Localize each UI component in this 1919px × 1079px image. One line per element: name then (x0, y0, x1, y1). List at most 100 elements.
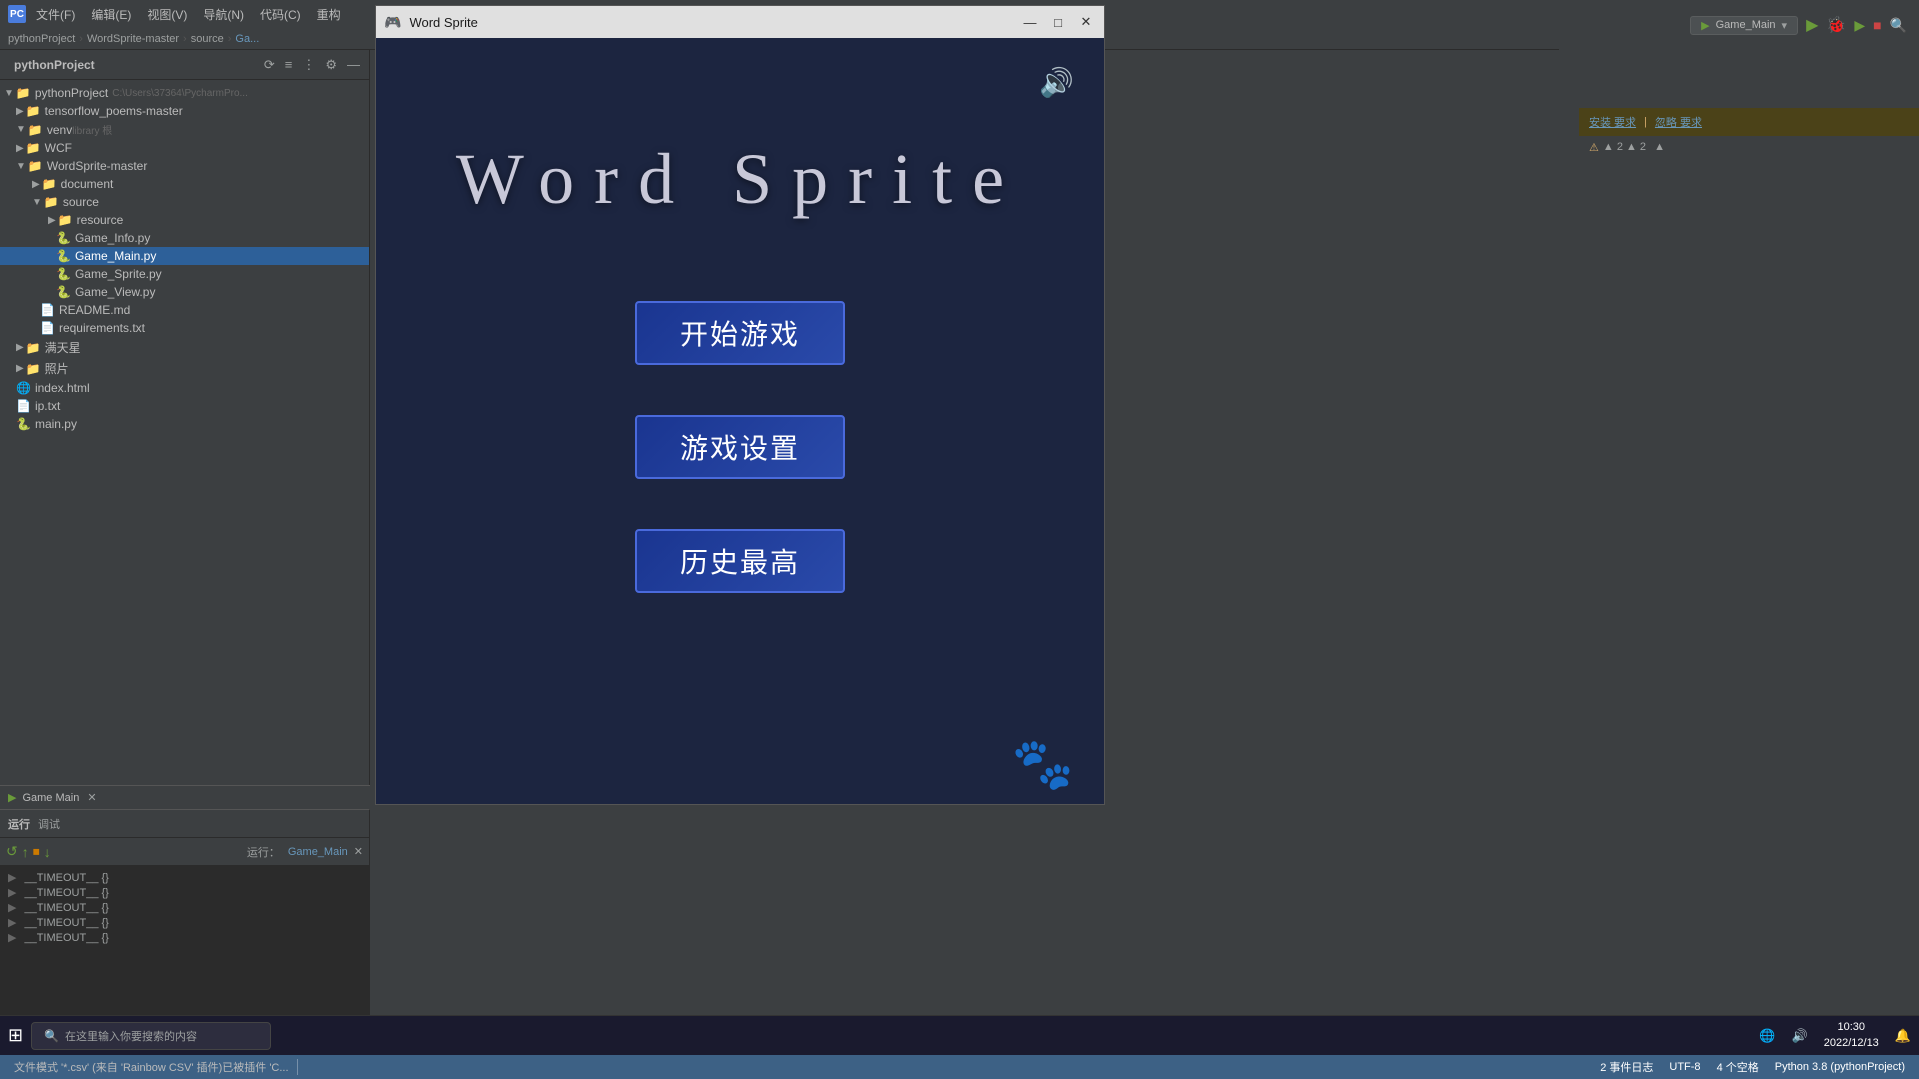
debug-tab-label[interactable]: 调试 (38, 816, 60, 832)
menu-file[interactable]: 文件(F) (30, 4, 81, 25)
tree-game-main[interactable]: 🐍 Game_Main.py (0, 247, 369, 265)
sidebar-sync-icon[interactable]: ⟳ (261, 55, 278, 75)
search-placeholder: 在这里输入你要搜索的内容 (65, 1028, 197, 1044)
coverage-button[interactable]: ▶ (1854, 17, 1865, 34)
tree-game-sprite[interactable]: 🐍 Game_Sprite.py (0, 265, 369, 283)
breadcrumb-current[interactable]: Ga... (235, 33, 259, 45)
tree-wcf[interactable]: ▶ 📁 WCF (0, 139, 369, 157)
start-button[interactable]: ⊞ (8, 1025, 23, 1046)
debug-button[interactable]: 🐞 (1826, 15, 1846, 35)
menu-nav[interactable]: 导航(N) (197, 4, 250, 25)
run-panel-toolbar: ↺ ↑ ⏹ ↓ 运行： Game_Main ✕ (0, 838, 369, 866)
game-buttons-container: 开始游戏 游戏设置 历史最高 (635, 301, 845, 593)
status-left: 文件模式 '*.csv' (来自 'Rainbow CSV' 插件)已被插件 '… (8, 1059, 298, 1075)
sidebar-menu-icon[interactable]: ⋮ (299, 55, 318, 75)
run-toolbar: ▶ Game_Main ▾ ▶ 🐞 ▶ ■ 🔍 (1559, 0, 1919, 50)
breadcrumb-project[interactable]: pythonProject (8, 33, 75, 45)
search-bar[interactable]: 🔍 在这里输入你要搜索的内容 (31, 1022, 271, 1050)
events-label[interactable]: 2 事件日志 (1594, 1059, 1659, 1075)
tree-wordsprite[interactable]: ▼ 📁 WordSprite-master (0, 157, 369, 175)
source-label: source (63, 195, 99, 209)
breadcrumb-sep3: › (228, 33, 232, 45)
run-label: 运行： (247, 844, 280, 860)
arrow-icon-4: ▶ (8, 916, 16, 929)
tree-root[interactable]: ▼ 📁 pythonProject C:\Users\37364\Pycharm… (0, 84, 369, 102)
rerun-button[interactable]: ↺ (6, 843, 18, 860)
root-path: C:\Users\37364\PycharmPro... (112, 88, 248, 99)
tree-ip-txt[interactable]: 📄 ip.txt (0, 397, 369, 415)
search-button[interactable]: 🔍 (1890, 17, 1907, 34)
run-button[interactable]: ▶ (1806, 15, 1818, 35)
tree-requirements[interactable]: 📄 requirements.txt (0, 319, 369, 337)
bottom-panel-header: 运行 调试 (0, 810, 369, 838)
console-output: ▶ __TIMEOUT__ {} ▶ __TIMEOUT__ {} ▶ __TI… (0, 866, 369, 949)
minimize-button[interactable]: — (1020, 12, 1040, 32)
run-config-dropdown-icon: ▾ (1782, 19, 1788, 32)
maximize-button[interactable]: □ (1048, 12, 1068, 32)
tree-source[interactable]: ▼ 📁 source (0, 193, 369, 211)
start-game-button[interactable]: 开始游戏 (635, 301, 845, 365)
run-name-tab[interactable]: Game_Main (288, 846, 348, 858)
taskbar-clock: 10:30 2022/12/13 (1824, 1020, 1879, 1051)
run-config-selector[interactable]: ▶ Game_Main ▾ (1690, 16, 1798, 35)
history-label: 历史最高 (680, 541, 800, 581)
run-panel-icon: ▶ (8, 791, 16, 804)
menu-code[interactable]: 代码(C) (254, 4, 307, 25)
close-run-tab[interactable]: ✕ (354, 845, 363, 858)
menu-edit[interactable]: 编辑(E) (85, 4, 137, 25)
breadcrumb-folder1[interactable]: WordSprite-master (87, 33, 179, 45)
root-label: pythonProject (35, 86, 108, 100)
taskbar-volume-icon[interactable]: 🔊 (1792, 1028, 1808, 1044)
install-link[interactable]: 安装 要求 (1589, 114, 1636, 130)
console-text-4: __TIMEOUT__ {} (24, 917, 108, 929)
close-button[interactable]: ✕ (1076, 12, 1096, 32)
down-button[interactable]: ↓ (44, 844, 51, 860)
run-panel-close[interactable]: ✕ (87, 791, 96, 804)
run-panel-label-bar: ▶ Game Main ✕ (0, 785, 370, 809)
up-button[interactable]: ↑ (22, 844, 29, 860)
status-right: 2 事件日志 UTF-8 4 个空格 Python 3.8 (pythonPro… (1594, 1059, 1911, 1075)
tree-game-view[interactable]: 🐍 Game_View.py (0, 283, 369, 301)
menu-refactor[interactable]: 重构 (311, 4, 347, 25)
tree-tensorflow[interactable]: ▶ 📁 tensorflow_poems-master (0, 102, 369, 120)
sidebar-minimize-icon[interactable]: — (344, 55, 363, 74)
start-game-label: 开始游戏 (680, 313, 800, 353)
sidebar-settings-icon[interactable]: ⚙ (322, 55, 340, 75)
ignore-link[interactable]: 忽略 要求 (1655, 114, 1702, 130)
settings-button[interactable]: 游戏设置 (635, 415, 845, 479)
tree-document[interactable]: ▶ 📁 document (0, 175, 369, 193)
warning-expand[interactable]: ▲ (1654, 141, 1665, 153)
tree-venv[interactable]: ▼ 📁 venv library 根 (0, 120, 369, 139)
sidebar-collapse-icon[interactable]: ≡ (282, 55, 296, 74)
sound-icon[interactable]: 🔊 (1039, 66, 1074, 99)
warning-text: ▲ 2 ▲ 2 (1603, 141, 1646, 153)
breadcrumb-folder2[interactable]: source (191, 33, 224, 45)
tree-resource[interactable]: ▶ 📁 resource (0, 211, 369, 229)
language-label[interactable]: Python 3.8 (pythonProject) (1769, 1061, 1911, 1073)
menu-view[interactable]: 视图(V) (141, 4, 193, 25)
search-icon: 🔍 (44, 1029, 59, 1043)
taskbar-network-icon[interactable]: 🌐 (1759, 1028, 1775, 1044)
console-text-1: __TIMEOUT__ {} (24, 872, 108, 884)
tree-index-html[interactable]: 🌐 index.html (0, 379, 369, 397)
file-mode-text: 文件模式 '*.csv' (来自 'Rainbow CSV' 插件)已被插件 '… (8, 1059, 298, 1075)
stop-run-button[interactable]: ⏹ (33, 843, 40, 860)
tree-main-py[interactable]: 🐍 main.py (0, 415, 369, 433)
arrow-icon-1: ▶ (8, 871, 16, 884)
encoding-label[interactable]: UTF-8 (1663, 1061, 1706, 1073)
indent-label[interactable]: 4 个空格 (1711, 1059, 1765, 1075)
tree-photos[interactable]: ▶ 📁 照片 (0, 358, 369, 379)
history-button[interactable]: 历史最高 (635, 529, 845, 593)
main-py-label: main.py (35, 417, 77, 431)
stop-button[interactable]: ■ (1873, 17, 1881, 33)
taskbar-notification-icon[interactable]: 🔔 (1895, 1028, 1911, 1044)
game-view-label: Game_View.py (75, 285, 156, 299)
venv-suffix: library 根 (72, 122, 112, 137)
run-config-icon: ▶ (1701, 19, 1709, 32)
breadcrumb-sep1: › (79, 33, 83, 45)
tree-mantianjing[interactable]: ▶ 📁 满天星 (0, 337, 369, 358)
tree-readme[interactable]: 📄 README.md (0, 301, 369, 319)
console-text-5: __TIMEOUT__ {} (24, 932, 108, 944)
tree-game-info[interactable]: 🐍 Game_Info.py (0, 229, 369, 247)
run-tab-label[interactable]: 运行 (8, 816, 30, 832)
